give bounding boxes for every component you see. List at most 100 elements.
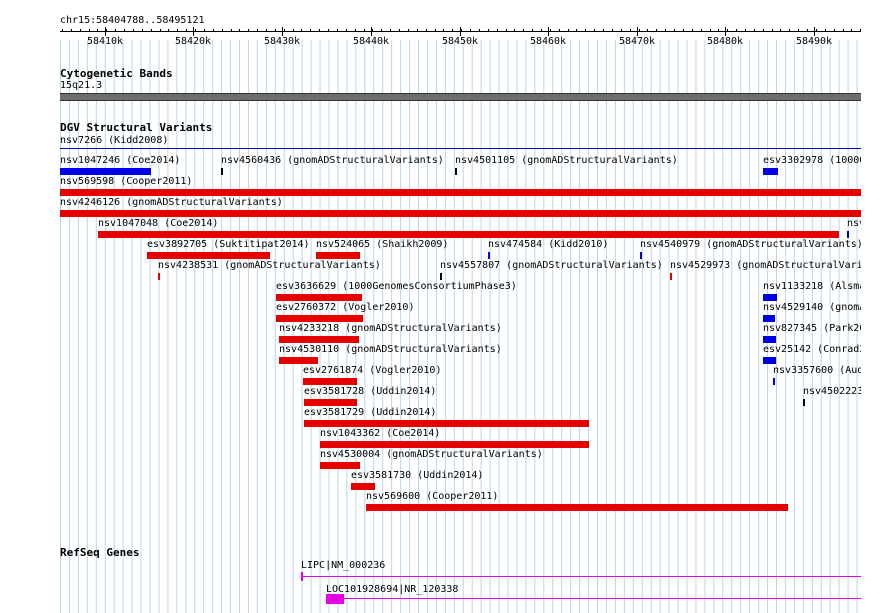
dgv-feature-label[interactable]: nsv4530004 (gnomADStructuralVariants) (320, 449, 543, 460)
dgv-feature-bar[interactable] (221, 168, 223, 175)
dgv-feature-bar[interactable] (670, 273, 672, 280)
ruler-minor-tick (124, 29, 125, 32)
dgv-feature-bar[interactable] (60, 168, 151, 175)
ruler-minor-tick (727, 29, 728, 32)
ruler-minor-tick (257, 29, 258, 32)
dgv-feature-label[interactable]: nsv4238531 (gnomADStructuralVariants) (158, 260, 381, 271)
ruler-minor-tick (772, 29, 773, 32)
dgv-feature-bar[interactable] (98, 231, 839, 238)
dgv-feature-bar[interactable] (320, 441, 589, 448)
dgv-feature-bar[interactable] (279, 357, 318, 364)
dgv-feature-label[interactable]: nsv569598 (Cooper2011) (60, 176, 192, 187)
ruler-tick (814, 27, 815, 36)
refseq-gene-intron-line[interactable] (326, 598, 861, 599)
dgv-feature-bar[interactable] (773, 378, 775, 385)
ruler-minor-tick (160, 29, 161, 32)
ruler-minor-tick (479, 29, 480, 32)
ruler-minor-tick (293, 29, 294, 32)
dgv-feature-label[interactable]: nsv4560436 (gnomADStructuralVariants) (221, 155, 444, 166)
ruler-minor-tick (506, 29, 507, 32)
dgv-feature-label[interactable]: esv3892705 (Suktitipat2014) (147, 239, 310, 250)
dgv-feature-bar[interactable] (158, 273, 160, 280)
dgv-feature-label[interactable]: nsv4246126 (gnomADStructuralVariants) (60, 197, 283, 208)
dgv-feature-label[interactable]: esv3581729 (Uddin2014) (304, 407, 436, 418)
refseq-gene-exon[interactable] (301, 572, 303, 581)
dgv-feature-bar[interactable] (60, 189, 861, 196)
ruler-minor-tick (195, 29, 196, 32)
ruler-minor-tick (408, 29, 409, 32)
track-title-dgv: DGV Structural Variants (60, 121, 213, 134)
dgv-feature-label[interactable]: esv3581728 (Uddin2014) (304, 386, 436, 397)
ruler-minor-tick (71, 29, 72, 32)
dgv-feature-label[interactable]: nsv1043362 (Coe2014) (320, 428, 440, 439)
dgv-feature-label[interactable]: nsv4540979 (gnomADStructuralVariants) (640, 239, 863, 250)
dgv-feature-label[interactable]: nsv4557807 (gnomADStructuralVariants) (440, 260, 663, 271)
dgv-feature-bar[interactable] (147, 252, 270, 259)
dgv-header-item[interactable]: nsv7266 (Kidd2008) (60, 135, 168, 146)
dgv-feature-bar[interactable] (763, 336, 776, 343)
dgv-feature-bar[interactable] (440, 273, 442, 280)
dgv-feature-bar[interactable] (351, 483, 375, 490)
dgv-feature-bar[interactable] (320, 462, 360, 469)
ruler-minor-tick (346, 29, 347, 32)
ruler-minor-tick (319, 29, 320, 32)
ruler-minor-tick (435, 29, 436, 32)
dgv-feature-label[interactable]: nsv524065 (Shaikh2009) (316, 239, 448, 250)
ruler-tick (193, 27, 194, 36)
ruler-minor-tick (151, 29, 152, 32)
ruler-minor-tick (825, 29, 826, 32)
ruler-minor-tick (630, 29, 631, 32)
dgv-feature-label[interactable]: nsv4529973 (gnomADStructuralVariants) (670, 260, 890, 271)
dgv-feature-label[interactable]: esv3581730 (Uddin2014) (351, 470, 483, 481)
dgv-feature-bar[interactable] (366, 504, 788, 511)
ruler-minor-tick (550, 29, 551, 32)
dgv-feature-label[interactable]: esv2761874 (Vogler2010) (303, 365, 441, 376)
ruler-minor-tick (497, 29, 498, 32)
dgv-feature-bar[interactable] (763, 357, 776, 364)
dgv-feature-bar[interactable] (488, 252, 490, 259)
dgv-feature-bar[interactable] (276, 315, 363, 322)
refseq-gene-label[interactable]: LIPC|NM_000236 (301, 560, 385, 571)
refseq-gene-exon[interactable] (326, 594, 344, 604)
dgv-feature-label[interactable]: nsv474584 (Kidd2010) (488, 239, 608, 250)
dgv-feature-bar[interactable] (847, 231, 849, 238)
dgv-feature-label[interactable]: nsv1047246 (Coe2014) (60, 155, 180, 166)
dgv-feature-bar[interactable] (455, 168, 457, 175)
refseq-gene-intron-line[interactable] (301, 576, 861, 577)
dgv-feature-bar[interactable] (803, 399, 805, 406)
dgv-feature-bar[interactable] (276, 294, 362, 301)
dgv-feature-label[interactable]: esv3636629 (1000GenomesConsortiumPhase3) (276, 281, 517, 292)
dgv-feature-bar[interactable] (763, 294, 777, 301)
dgv-feature-bar[interactable] (303, 378, 357, 385)
ruler-minor-tick (204, 29, 205, 32)
ruler-minor-tick (213, 29, 214, 32)
ruler-minor-tick (62, 29, 63, 32)
dgv-feature-bar[interactable] (763, 315, 775, 322)
dgv-feature-label[interactable]: nsv569600 (Cooper2011) (366, 491, 498, 502)
dgv-feature-label[interactable]: nsv1047048 (Coe2014) (98, 218, 218, 229)
ruler-minor-tick (248, 29, 249, 32)
dgv-feature-bar[interactable] (279, 336, 359, 343)
track-title-refseq-genes: RefSeq Genes (60, 546, 140, 559)
ruler-minor-tick (80, 29, 81, 32)
dgv-feature-bar[interactable] (640, 252, 642, 259)
ruler-minor-tick (718, 29, 719, 32)
ruler-minor-tick (266, 29, 267, 32)
track-title-cytogenetic-bands: Cytogenetic Bands (60, 67, 173, 80)
ruler-minor-tick (594, 29, 595, 32)
dgv-feature-bar[interactable] (316, 252, 360, 259)
ruler-minor-tick (843, 29, 844, 32)
dgv-feature-bar[interactable] (304, 420, 589, 427)
dgv-feature-label[interactable]: esv2760372 (Vogler2010) (276, 302, 414, 313)
dgv-feature-bar[interactable] (763, 168, 778, 175)
ruler-minor-tick (692, 29, 693, 32)
ruler-minor-tick (301, 29, 302, 32)
dgv-feature-label[interactable]: nsv4530110 (gnomADStructuralVariants) (279, 344, 502, 355)
dgv-feature-bar[interactable] (304, 399, 357, 406)
cytoband-bar[interactable] (60, 93, 861, 101)
dgv-feature-bar[interactable] (60, 210, 861, 217)
ruler-minor-tick (621, 29, 622, 32)
refseq-gene-label[interactable]: LOC101928694|NR_120338 (326, 584, 458, 595)
dgv-feature-label[interactable]: nsv4233218 (gnomADStructuralVariants) (279, 323, 502, 334)
dgv-feature-label[interactable]: nsv4501105 (gnomADStructuralVariants) (455, 155, 678, 166)
